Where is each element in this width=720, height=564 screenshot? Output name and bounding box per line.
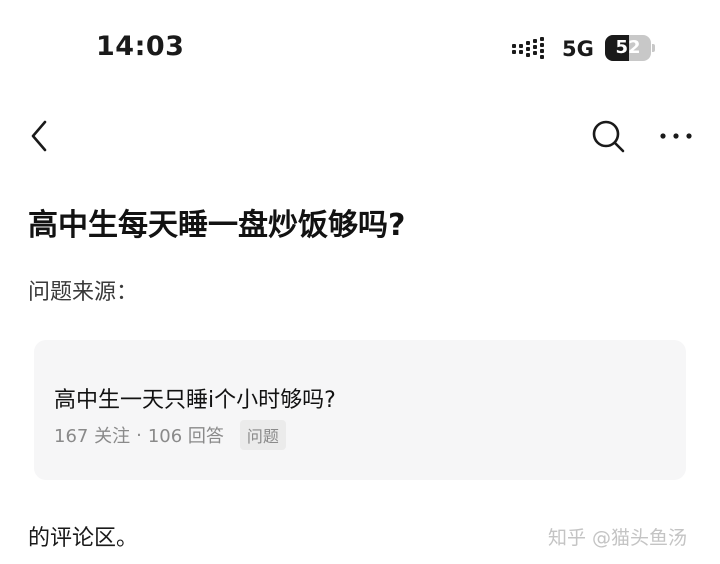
source-question-meta: 167 关注 · 106 回答 问题 [54,420,286,450]
signal-strength-icon [512,37,544,59]
more-dots-icon [660,133,692,139]
back-chevron-icon [31,120,47,152]
search-icon [592,120,625,153]
battery-level-text: 52 [615,37,641,58]
followers-count: 167 关注 [54,426,131,447]
source-question-title[interactable]: 高中生一天只睡i个小时够吗? [54,382,336,414]
back-button[interactable] [16,110,64,162]
status-bar: 14:03 5G 52 [0,0,720,96]
watermark: 知乎 @猫头鱼汤 [548,527,688,549]
answers-count: 106 回答 [147,426,224,447]
battery-icon: 52 [605,35,655,61]
comment-section-label: 的评论区。 [28,526,139,551]
question-title[interactable]: 高中生每天睡一盘炒饭够吗? [28,200,405,244]
source-label: 问题来源： [28,280,139,305]
status-time: 14:03 [96,31,185,62]
meta-separator: · [136,424,142,446]
source-question-card[interactable]: 高中生一天只睡i个小时够吗? 167 关注 · 106 回答 问题 [34,340,686,480]
nav-bar [0,110,720,162]
question-tag: 问题 [239,420,286,450]
more-button[interactable] [652,110,700,162]
search-button[interactable] [584,110,632,162]
network-type: 5G [562,37,594,61]
